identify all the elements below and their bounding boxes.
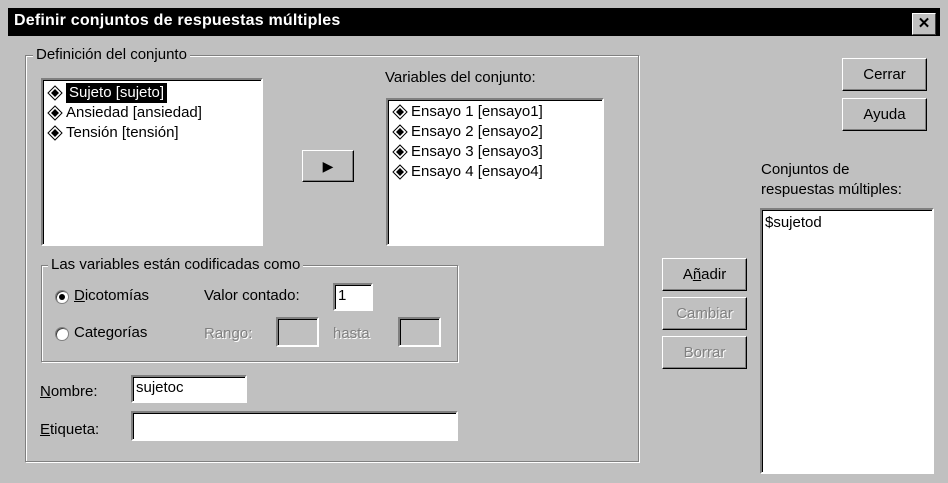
variable-scale-icon: [392, 144, 408, 160]
variable-label: Ensayo 1 [ensayo1]: [411, 103, 543, 120]
move-to-set-button[interactable]: ▶: [302, 150, 354, 182]
variable-scale-icon: [47, 125, 63, 141]
close-window-button[interactable]: ✕: [912, 13, 936, 35]
help-button[interactable]: Ayuda: [842, 98, 927, 131]
counted-value-field[interactable]: 1: [333, 283, 373, 311]
name-label: Nombre:: [40, 383, 98, 400]
list-item[interactable]: $sujetod: [765, 213, 822, 233]
close-icon: ✕: [917, 15, 931, 32]
set-name: $sujetod: [765, 214, 822, 231]
set-definition-legend: Definición del conjunto: [33, 46, 190, 63]
variable-label: Ansiedad [ansiedad]: [66, 104, 202, 121]
variable-scale-icon: [47, 105, 63, 121]
dichotomies-radio[interactable]: [55, 290, 69, 304]
multiple-response-sets-dialog: Definir conjuntos de respuestas múltiple…: [0, 0, 948, 483]
dichotomies-label[interactable]: Dicotomías: [74, 287, 149, 304]
set-variables-list[interactable]: Ensayo 1 [ensayo1] Ensayo 2 [ensayo2] En…: [386, 98, 604, 246]
tag-field[interactable]: [131, 411, 458, 441]
coding-group: [41, 265, 458, 362]
remove-button[interactable]: Borrar: [662, 336, 747, 369]
source-variables-list[interactable]: Sujeto [sujeto] Ansiedad [ansiedad] Tens…: [41, 78, 263, 246]
list-item[interactable]: Ensayo 4 [ensayo4]: [392, 162, 543, 182]
counted-value-label: Valor contado:: [204, 287, 300, 304]
variable-scale-icon: [392, 164, 408, 180]
sets-list-label-2: respuestas múltiples:: [761, 181, 902, 198]
close-button[interactable]: Cerrar: [842, 58, 927, 91]
variable-label: Sujeto [sujeto]: [66, 83, 168, 103]
change-button[interactable]: Cambiar: [662, 297, 747, 330]
list-item[interactable]: Ensayo 3 [ensayo3]: [392, 142, 543, 162]
list-item[interactable]: Ensayo 1 [ensayo1]: [392, 102, 543, 122]
variable-scale-icon: [392, 104, 408, 120]
categories-radio[interactable]: [55, 327, 69, 341]
variable-label: Ensayo 4 [ensayo4]: [411, 163, 543, 180]
list-item[interactable]: Ensayo 2 [ensayo2]: [392, 122, 543, 142]
title-bar: Definir conjuntos de respuestas múltiple…: [8, 8, 940, 36]
variable-label: Tensión [tensión]: [66, 124, 179, 141]
range-label: Rango:: [204, 325, 253, 342]
coding-legend: Las variables están codificadas como: [48, 256, 304, 273]
list-item[interactable]: Sujeto [sujeto]: [47, 83, 168, 103]
categories-label[interactable]: Categorías: [74, 324, 147, 341]
to-label: hasta: [333, 325, 370, 342]
variable-label: Ensayo 3 [ensayo3]: [411, 143, 543, 160]
add-button[interactable]: Añ adir: [662, 258, 747, 291]
name-field[interactable]: sujetoc: [131, 375, 247, 403]
variable-scale-icon: [47, 85, 63, 101]
set-variables-label: Variables del conjunto:: [385, 69, 536, 86]
range-to-field[interactable]: [398, 317, 441, 347]
window-title: Definir conjuntos de respuestas múltiple…: [14, 12, 341, 29]
range-from-field[interactable]: [276, 317, 319, 347]
list-item[interactable]: Ansiedad [ansiedad]: [47, 103, 202, 123]
tag-label: Etiqueta:: [40, 421, 100, 438]
list-item[interactable]: Tensión [tensión]: [47, 123, 179, 143]
variable-label: Ensayo 2 [ensayo2]: [411, 123, 543, 140]
variable-scale-icon: [392, 124, 408, 140]
arrow-right-icon: ▶: [322, 157, 334, 174]
radio-dot: [59, 294, 65, 300]
sets-list-label: Conjuntos de: [761, 161, 850, 178]
response-sets-list[interactable]: $sujetod: [760, 208, 934, 474]
